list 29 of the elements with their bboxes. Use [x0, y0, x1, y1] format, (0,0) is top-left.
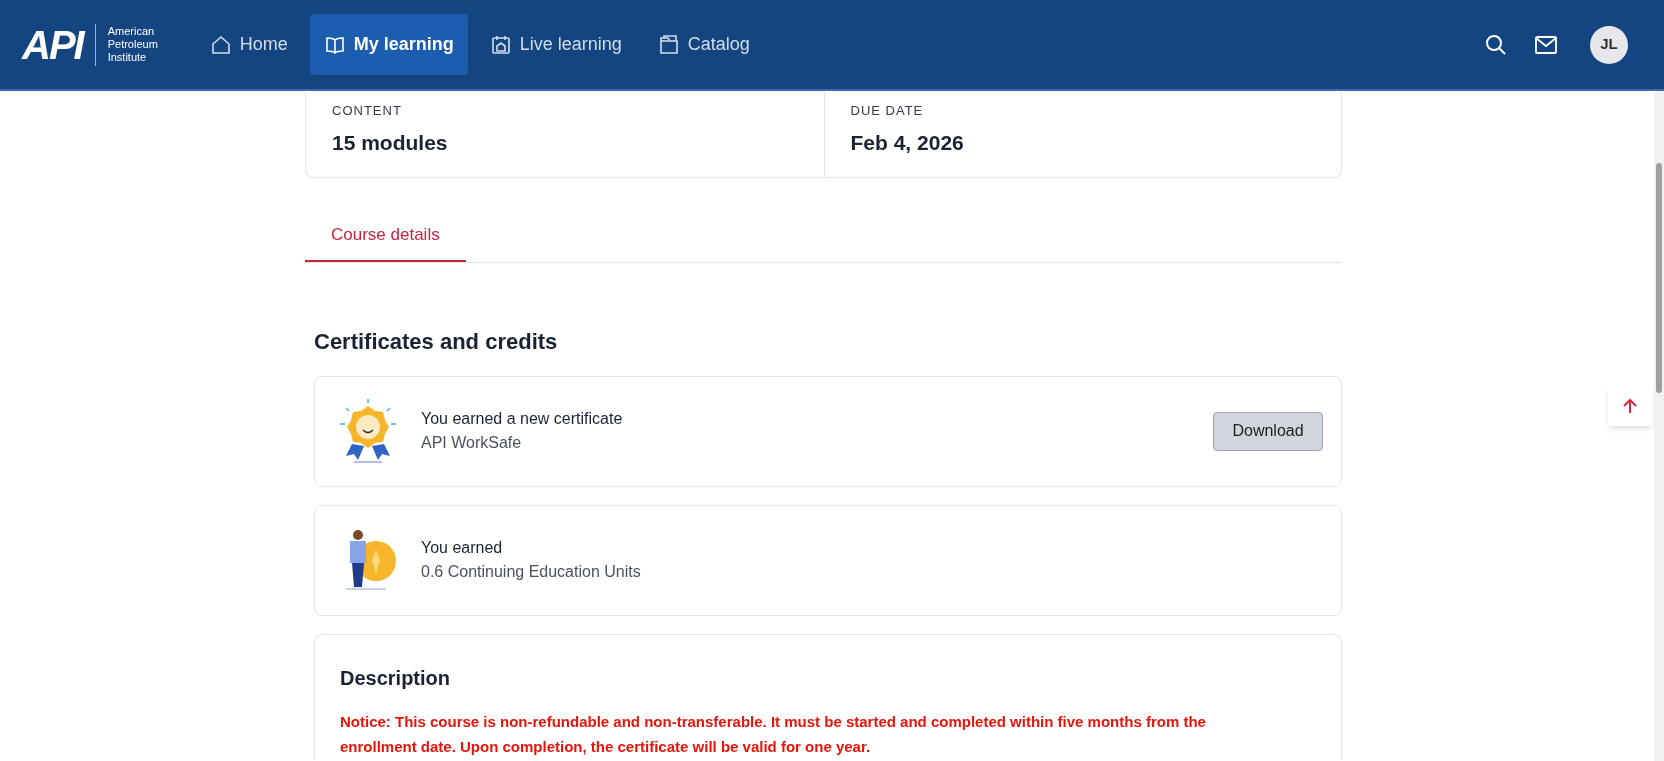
tab[interactable]: Course details — [305, 222, 466, 262]
download-button[interactable]: Download — [1213, 411, 1323, 451]
search-icon[interactable] — [1484, 32, 1508, 57]
credential-subtitle: API WorkSafe — [421, 433, 523, 453]
medal-drawing — [337, 398, 399, 464]
nav-link[interactable]: Live learning — [475, 14, 636, 75]
mail-icon[interactable] — [1534, 34, 1558, 55]
credential-title: You earned a new certificate — [421, 409, 624, 429]
stat-label: CONTENT — [332, 102, 403, 120]
credential-subtitle: 0.6 Continuing Education Units — [421, 562, 642, 582]
section-heading: Certificates and credits — [314, 327, 559, 356]
avatar-button[interactable]: JL — [1590, 25, 1628, 64]
nav-link[interactable]: My learning — [309, 14, 468, 75]
nav-link[interactable]: Catalog — [643, 14, 764, 75]
home-icon — [209, 33, 232, 56]
credential-title: You earned — [421, 538, 504, 558]
scroll-top-button[interactable] — [1608, 386, 1652, 426]
logo-mark[interactable]: API — [22, 24, 83, 65]
stat-value: 15 modules — [332, 129, 449, 156]
stat-value: Feb 4, 2026 — [850, 129, 965, 156]
stat-label: DUE DATE — [850, 102, 925, 120]
calendar-icon — [489, 33, 512, 56]
logo-caption: American Petroleum Institute — [107, 25, 159, 64]
nav-link[interactable]: Home — [195, 14, 302, 75]
description-heading: Description — [340, 665, 452, 691]
folder-icon — [657, 33, 680, 56]
notice-text: Notice: This course is non-refundable and non-transferable. It must be started and completed within five months from the enrollment date. Upon completion, the certificate will be valid for one year. — [340, 711, 1207, 757]
arrow-up-icon — [1621, 397, 1639, 415]
scrollbar[interactable] — [1654, 91, 1664, 761]
